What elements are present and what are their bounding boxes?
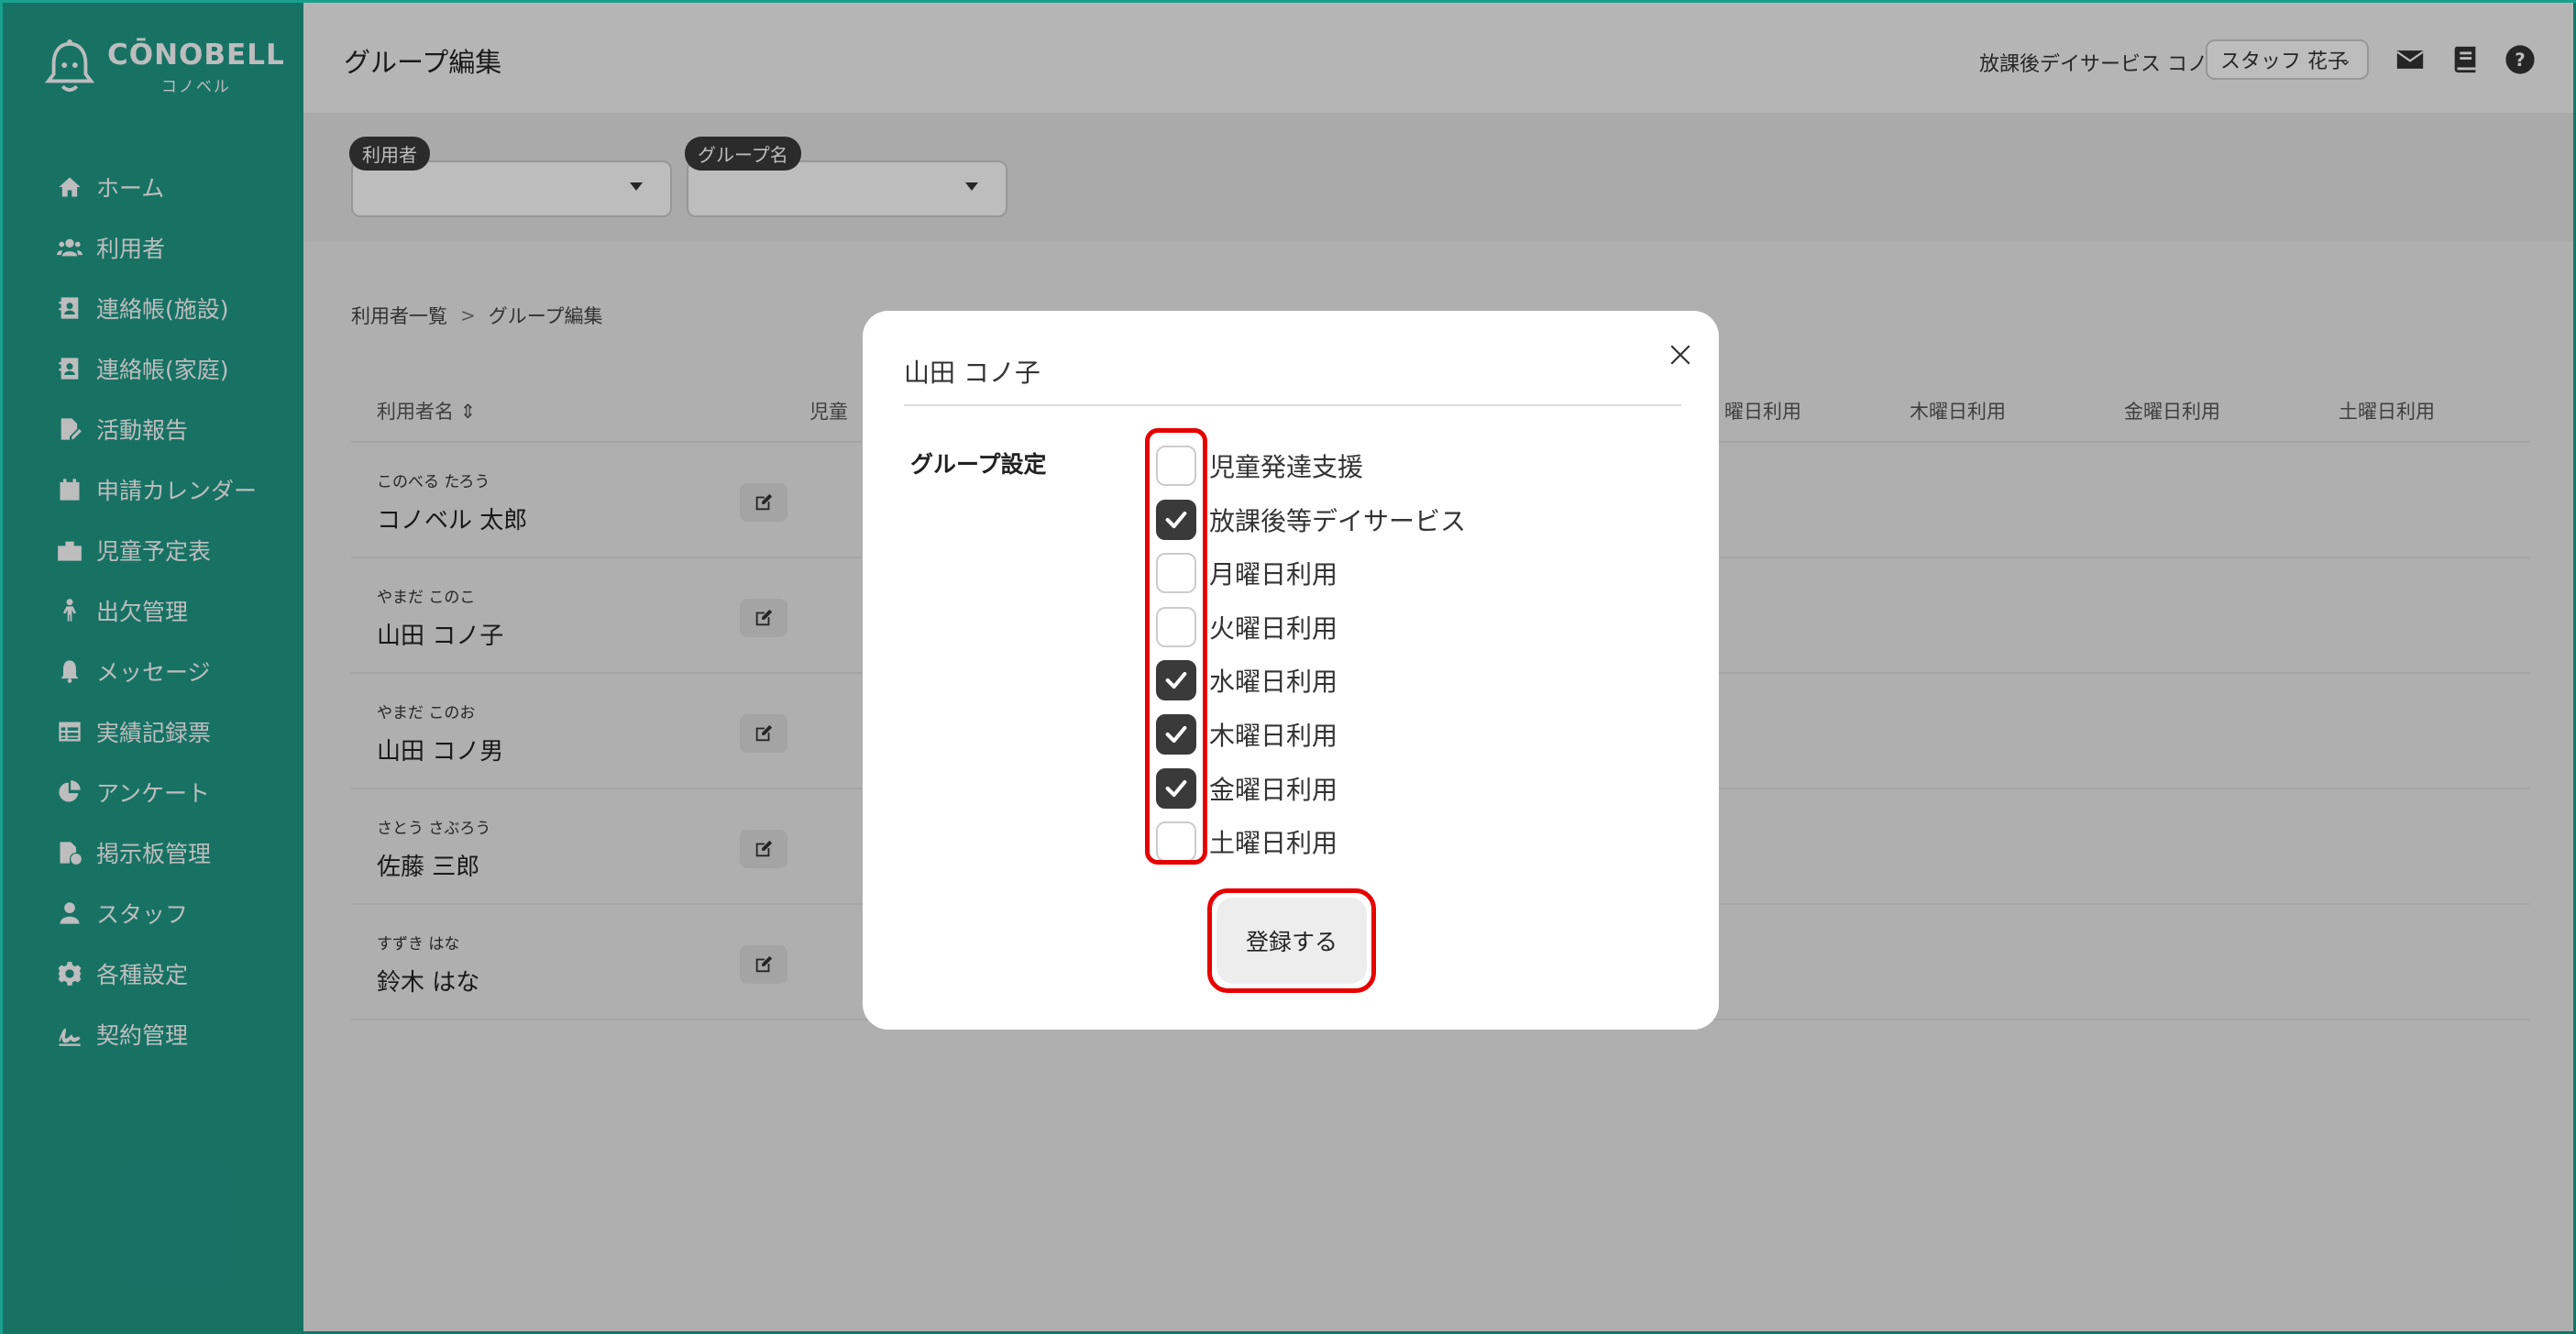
- modal-divider: [904, 404, 1681, 406]
- close-icon: [1670, 345, 1690, 365]
- checkbox-label: 木曜日利用: [1209, 721, 1338, 751]
- group-setting-label: グループ設定: [910, 451, 1047, 478]
- close-button[interactable]: [1662, 336, 1699, 373]
- checkbox-label: 児童発達支援: [1209, 452, 1364, 482]
- checkbox-label: 土曜日利用: [1209, 828, 1338, 859]
- button-highlight-box: [1207, 888, 1376, 993]
- app-window: CŌNOBELL コノベル ホーム 利用者 連絡帳(施設) 連絡帳(家庭) 活動…: [0, 0, 2576, 1334]
- checkbox-label: 火曜日利用: [1209, 612, 1338, 644]
- checkbox-label: 月曜日利用: [1209, 559, 1338, 590]
- group-edit-modal: 山田 コノ子 グループ設定 児童発達支援放課後等デイサービス 月曜日利用火曜日利用…: [863, 311, 1719, 1030]
- checkbox-label: 放課後等デイサービス: [1209, 505, 1467, 536]
- checkbox-highlight-box: [1145, 428, 1207, 865]
- modal-title: 山田 コノ子: [904, 358, 1040, 388]
- checkbox-label: 金曜日利用: [1209, 774, 1338, 805]
- checkbox-label: 水曜日利用: [1209, 667, 1338, 698]
